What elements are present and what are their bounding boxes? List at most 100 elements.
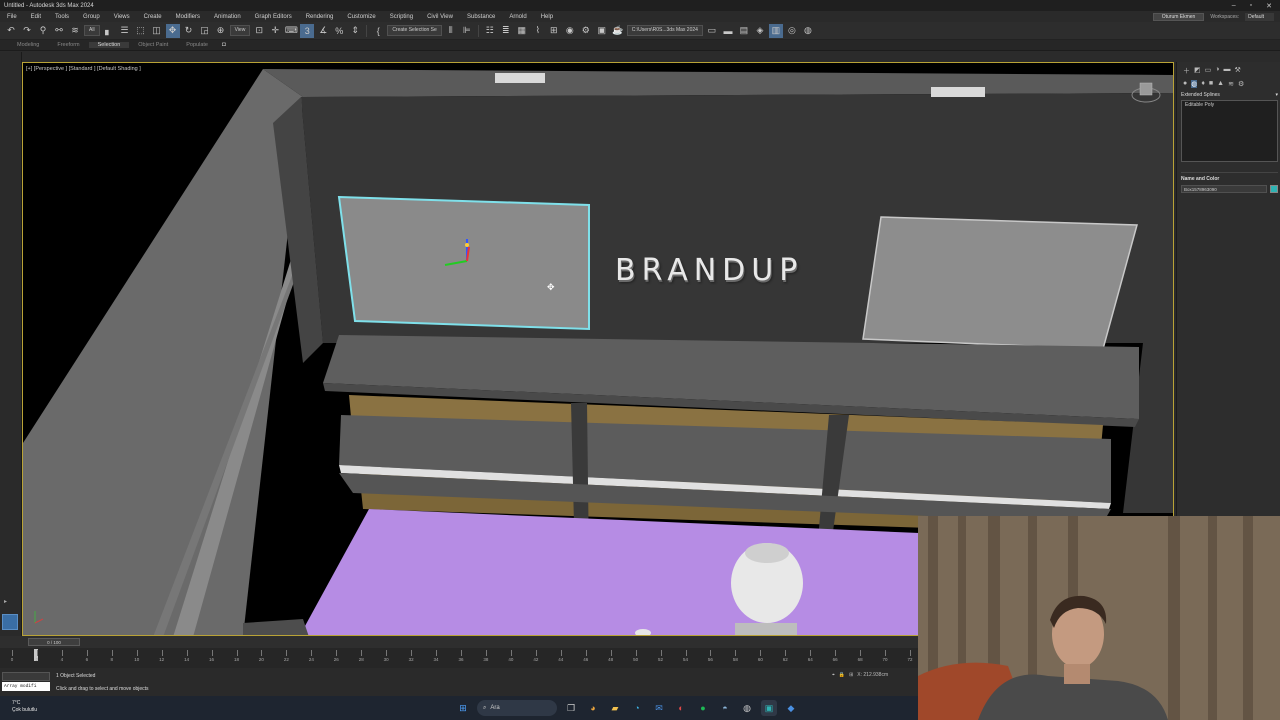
mirror-icon[interactable]: ⫴ — [444, 24, 458, 38]
selection-filter-dropdown[interactable]: All — [84, 25, 100, 36]
project-folder-dropdown[interactable]: C:\Users\R0S...3ds Max 2024 — [626, 25, 703, 36]
absolute-mode-icon[interactable]: ⊞ — [849, 672, 853, 678]
select-scale-icon[interactable]: ◲ — [198, 24, 212, 38]
menu-substance[interactable]: Substance — [460, 14, 502, 20]
category-dropdown[interactable]: Extended Splines ▾ — [1181, 92, 1278, 98]
menu-rendering[interactable]: Rendering — [299, 14, 341, 20]
edge-icon[interactable]: ◔ — [629, 700, 645, 716]
material-editor-icon[interactable]: ◉ — [563, 24, 577, 38]
steam-icon[interactable]: ◓ — [717, 700, 733, 716]
menu-modifiers[interactable]: Modifiers — [169, 14, 207, 20]
weather-widget[interactable]: 7°C Çok bulutlu — [12, 700, 37, 714]
menu-scripting[interactable]: Scripting — [383, 14, 420, 20]
lock-icon[interactable]: 🔒 — [839, 672, 845, 678]
named-selection-dropdown[interactable]: Create Selection Se — [387, 25, 442, 36]
object-name-field[interactable]: Box1578963090 — [1181, 185, 1267, 193]
save-icon[interactable]: ▬ — [721, 24, 735, 38]
geometry-icon[interactable]: ● — [1183, 80, 1187, 88]
select-object-icon[interactable]: ▖ — [102, 24, 116, 38]
render-icon[interactable]: ☕ — [611, 24, 625, 38]
taskbar-search[interactable]: ⌕ Ara — [477, 700, 557, 716]
name-color-rollup-title[interactable]: Name and Color — [1181, 172, 1278, 182]
ribbon-tab-freeform[interactable]: Freeform — [48, 42, 88, 48]
modifier-stack[interactable]: Editable Poly — [1181, 100, 1278, 162]
display-tab-icon[interactable]: ▬ — [1223, 66, 1230, 76]
task-view-icon[interactable]: ❐ — [563, 700, 579, 716]
systems-icon[interactable]: ⚙ — [1238, 80, 1244, 88]
schematic-view-icon[interactable]: ⊞ — [547, 24, 561, 38]
window-crossing-icon[interactable]: ◫ — [150, 24, 164, 38]
object-color-swatch[interactable] — [1270, 185, 1278, 193]
render-setup-icon[interactable]: ⚙ — [579, 24, 593, 38]
snaps-toggle-icon[interactable]: 3 — [300, 23, 315, 38]
scene-states-icon[interactable] — [2, 614, 18, 630]
align-icon[interactable]: ⊫ — [460, 24, 474, 38]
helpers-icon[interactable]: ▲ — [1217, 80, 1224, 88]
motion-tab-icon[interactable]: ◑ — [1215, 66, 1219, 76]
maxscript-listener-top[interactable] — [2, 672, 50, 681]
viewport-layout-icon[interactable]: ▤ — [737, 24, 751, 38]
workspaces-dropdown[interactable]: Default — [1245, 12, 1274, 21]
menu-arnold[interactable]: Arnold — [502, 14, 533, 20]
menu-views[interactable]: Views — [107, 14, 137, 20]
menu-file[interactable]: File — [0, 14, 24, 20]
viewport-label[interactable]: [+] [Perspective ] [Standard ] [Default … — [26, 66, 141, 72]
stack-item[interactable]: Editable Poly — [1182, 101, 1277, 109]
angle-snap-icon[interactable]: ∡ — [316, 24, 330, 38]
scene-explorer-icon[interactable]: ☷ — [483, 24, 497, 38]
menu-animation[interactable]: Animation — [207, 14, 248, 20]
redo-icon[interactable]: ↷ — [20, 24, 34, 38]
chrome-icon[interactable]: ◕ — [585, 700, 601, 716]
edit-named-selection-icon[interactable]: { — [371, 24, 385, 38]
ribbon-options-icon[interactable]: ◘ — [217, 38, 231, 52]
ribbon-toggle-icon[interactable]: ▦ — [515, 24, 529, 38]
ribbon-tab-selection[interactable]: Selection — [88, 42, 130, 48]
bind-spacewarp-icon[interactable]: ≋ — [68, 24, 82, 38]
time-slider[interactable]: 0 / 100 — [28, 638, 80, 646]
spacewarps-icon[interactable]: ≋ — [1228, 80, 1234, 88]
menu-graph-editors[interactable]: Graph Editors — [248, 14, 299, 20]
select-place-icon[interactable]: ⊕ — [214, 24, 228, 38]
select-by-name-icon[interactable]: ☰ — [118, 24, 132, 38]
rendered-frame-icon[interactable]: ▣ — [595, 24, 609, 38]
menu-civil-view[interactable]: Civil View — [420, 14, 460, 20]
modify-tab-icon[interactable]: ◩ — [1194, 66, 1201, 76]
select-rotate-icon[interactable]: ↻ — [182, 24, 196, 38]
arnold-ipr-icon[interactable]: ◎ — [785, 24, 799, 38]
coord-x-field[interactable]: X: 212.938cm — [857, 672, 888, 678]
isolate-icon[interactable]: ⌖ — [832, 672, 835, 678]
cameras-icon[interactable]: ■ — [1209, 80, 1213, 88]
minimize-button[interactable]: – — [1232, 2, 1236, 10]
menu-edit[interactable]: Edit — [24, 14, 48, 20]
menu-group[interactable]: Group — [76, 14, 107, 20]
menu-customize[interactable]: Customize — [340, 14, 382, 20]
arnold-light-icon[interactable]: ◍ — [801, 24, 815, 38]
percent-snap-icon[interactable]: % — [332, 24, 346, 38]
media-icon[interactable]: ◐ — [673, 700, 689, 716]
open-folder-icon[interactable]: ▭ — [705, 24, 719, 38]
create-tab-icon[interactable]: ＋ — [1183, 66, 1190, 76]
ribbon-tab-object-paint[interactable]: Object Paint — [129, 42, 177, 48]
shapes-icon[interactable]: ◍ — [1191, 80, 1198, 88]
3dsmax-icon[interactable]: ▣ — [761, 700, 777, 716]
viewcube-icon[interactable] — [1131, 81, 1161, 103]
close-button[interactable]: ✕ — [1266, 2, 1272, 10]
unlink-icon[interactable]: ⚯ — [52, 24, 66, 38]
arnold-render-icon[interactable]: ◈ — [753, 24, 767, 38]
pivot-center-icon[interactable]: ⊡ — [252, 24, 266, 38]
keyboard-shortcut-icon[interactable]: ⌨ — [284, 24, 298, 38]
spotify-icon[interactable]: ● — [695, 700, 711, 716]
move-gizmo-icon[interactable] — [433, 235, 473, 275]
select-manipulate-icon[interactable]: ✛ — [268, 24, 282, 38]
mail-icon[interactable]: ✉ — [651, 700, 667, 716]
curve-editor-icon[interactable]: ⌇ — [531, 24, 545, 38]
utilities-tab-icon[interactable]: ⚒ — [1234, 66, 1240, 76]
menu-help[interactable]: Help — [534, 14, 560, 20]
maxscript-mini-listener[interactable]: Array modifi — [2, 682, 50, 691]
panel-right[interactable] — [862, 216, 1138, 350]
hierarchy-tab-icon[interactable]: ▭ — [1205, 66, 1212, 76]
viewcube-toggle-icon[interactable]: ▸ — [4, 598, 16, 606]
undo-icon[interactable]: ↶ — [4, 24, 18, 38]
maximize-button[interactable]: ▫ — [1250, 2, 1252, 10]
menu-tools[interactable]: Tools — [48, 14, 76, 20]
